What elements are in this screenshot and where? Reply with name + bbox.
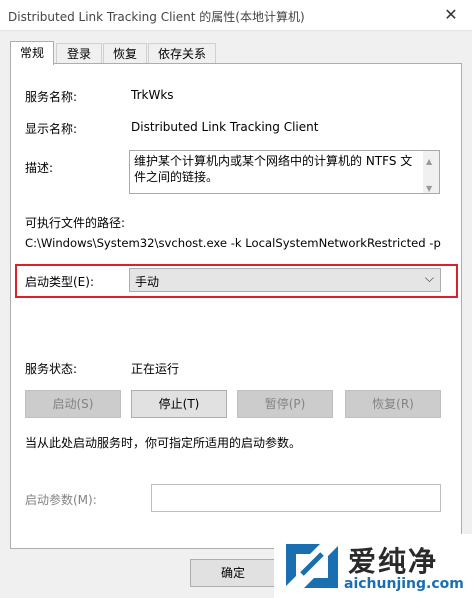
start-params-input[interactable] <box>151 484 441 512</box>
watermark-logo-icon <box>286 544 338 588</box>
start-button[interactable]: 启动(S) <box>25 390 121 418</box>
general-panel: 服务名称: TrkWks 显示名称: Distributed Link Trac… <box>10 63 462 549</box>
service-status-label: 服务状态: <box>25 362 78 376</box>
display-name-label: 显示名称: <box>25 122 78 136</box>
resume-button[interactable]: 恢复(R) <box>345 390 441 418</box>
description-scrollbar[interactable]: ▲ ▼ <box>423 151 439 193</box>
exe-path-value: C:\Windows\System32\svchost.exe -k Local… <box>25 236 441 250</box>
display-name-value: Distributed Link Tracking Client <box>131 120 319 134</box>
site-watermark: 爱纯净 aichunjing.com <box>274 534 472 598</box>
pause-button[interactable]: 暂停(P) <box>237 390 333 418</box>
tab-general[interactable]: 常规 <box>10 41 54 65</box>
startup-type-label: 启动类型(E): <box>25 275 94 289</box>
tab-dependencies[interactable]: 依存关系 <box>148 43 216 64</box>
startup-type-select[interactable]: 手动 ⌵ <box>129 268 441 292</box>
scroll-up-icon[interactable]: ▲ <box>426 154 432 170</box>
start-params-label: 启动参数(M): <box>25 493 97 507</box>
service-status-value: 正在运行 <box>131 362 180 376</box>
startup-type-value: 手动 <box>135 275 160 289</box>
ok-button[interactable]: 确定 <box>190 559 276 587</box>
watermark-text-en: aichunjing.com <box>344 576 464 592</box>
description-box[interactable]: 维护某个计算机内或某个网络中的计算机的 NTFS 文件之间的链接。 ▲ ▼ <box>129 150 440 194</box>
exe-path-label: 可执行文件的路径: <box>25 216 126 230</box>
start-params-hint: 当从此处启动服务时，你可指定所适用的启动参数。 <box>25 436 302 450</box>
service-name-label: 服务名称: <box>25 90 78 104</box>
scroll-down-icon[interactable]: ▼ <box>426 181 432 197</box>
tab-logon[interactable]: 登录 <box>56 43 102 64</box>
description-label: 描述: <box>25 161 54 175</box>
tab-recovery[interactable]: 恢复 <box>103 43 147 64</box>
close-icon[interactable]: ✕ <box>430 0 472 30</box>
chevron-down-icon: ⌵ <box>424 271 434 285</box>
title-bar: Distributed Link Tracking Client 的属性(本地计… <box>0 0 472 31</box>
stop-button[interactable]: 停止(T) <box>131 390 227 418</box>
description-text: 维护某个计算机内或某个网络中的计算机的 NTFS 文件之间的链接。 <box>134 154 413 184</box>
window-title: Distributed Link Tracking Client 的属性(本地计… <box>8 10 305 24</box>
watermark-text-cn: 爱纯净 <box>348 545 439 578</box>
service-name-value: TrkWks <box>131 88 174 102</box>
